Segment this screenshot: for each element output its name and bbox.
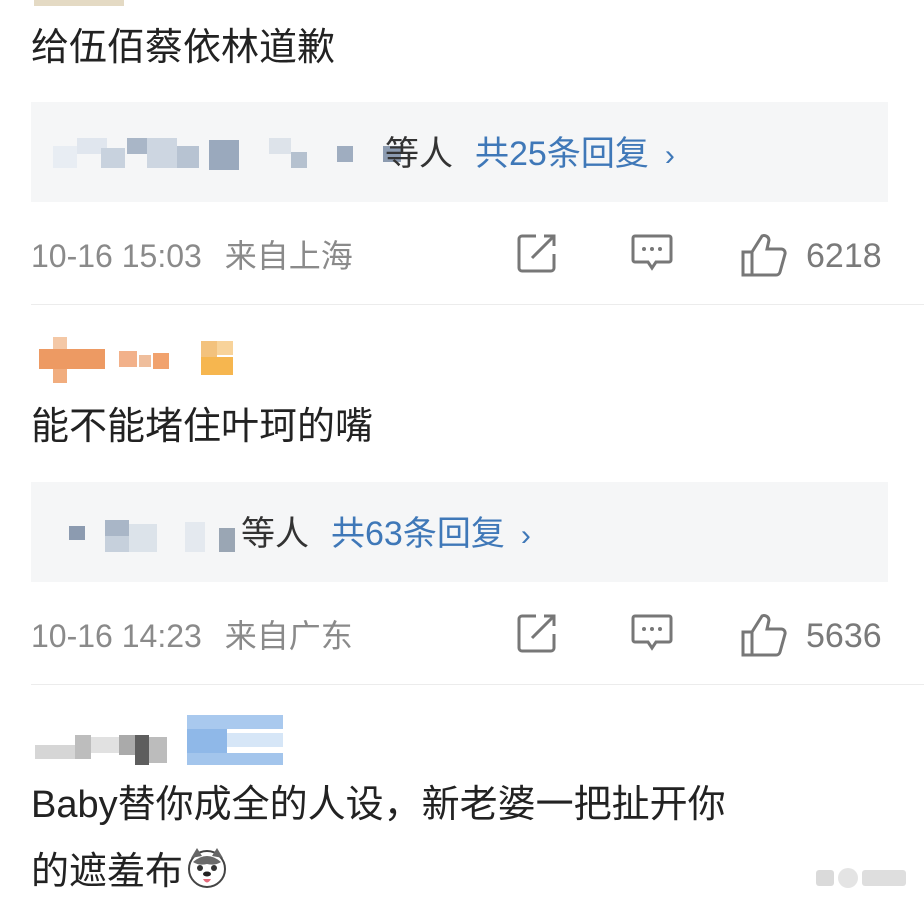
reply-people: 等人 (385, 135, 453, 173)
comment-text-line-1: Baby替你成全的人设，新老婆一把扯开你 (31, 784, 726, 826)
reply-summary[interactable]: 等人 共63条回复 › (241, 510, 531, 560)
comment-time: 10-16 15:03 (31, 238, 202, 274)
watermark-logo (814, 864, 910, 897)
chevron-right-icon: › (664, 139, 675, 172)
like-count: 5636 (806, 617, 882, 655)
comment-text-line-2: 的遮羞布 (31, 846, 229, 896)
comment-time: 10-16 14:23 (31, 618, 202, 654)
comment-text: 给伍佰蔡依林道歉 (31, 27, 336, 69)
comment-actions: 6218 (516, 232, 888, 282)
like-count: 6218 (806, 237, 882, 275)
comment-actions: 5636 (516, 612, 888, 662)
blurred-reply-names (53, 138, 413, 172)
comment-icon[interactable] (630, 232, 674, 274)
reply-people: 等人 (241, 515, 309, 553)
reply-summary[interactable]: 等人 共25条回复 › (385, 130, 675, 180)
blurred-username (31, 715, 331, 765)
comment-text-line-2-text: 的遮羞布 (31, 851, 184, 893)
comment-3: Baby替你成全的人设，新老婆一把扯开你 的遮羞布 (0, 685, 924, 909)
comment-location: 来自广东 (224, 618, 353, 654)
husky-emoji-icon (188, 848, 227, 888)
share-icon[interactable] (516, 612, 558, 654)
comment-2: 能不能堵住叶珂的嘴 等人 共63条回复 › 10-16 14:23 来自广东 5… (0, 305, 924, 685)
comment-icon[interactable] (630, 612, 674, 654)
reply-preview[interactable]: 等人 共63条回复 › (31, 482, 888, 582)
chevron-right-icon: › (520, 519, 531, 552)
reply-count-link[interactable]: 共25条回复 (475, 135, 649, 173)
reply-count-link[interactable]: 共63条回复 (331, 515, 505, 553)
comment-meta: 10-16 14:23 来自广东 (31, 616, 353, 656)
comment-text: 能不能堵住叶珂的嘴 (31, 406, 374, 448)
reply-preview[interactable]: 等人 共25条回复 › (31, 102, 888, 202)
comment-location: 来自上海 (224, 238, 353, 274)
share-icon[interactable] (516, 232, 558, 274)
comment-meta: 10-16 15:03 来自上海 (31, 236, 353, 276)
like-icon[interactable] (740, 232, 788, 278)
blurred-username (31, 337, 331, 387)
comment-1: 给伍佰蔡依林道歉 等人 共25条回复 › 10-16 15:03 来自上海 62… (0, 0, 924, 305)
like-icon[interactable] (740, 612, 788, 658)
